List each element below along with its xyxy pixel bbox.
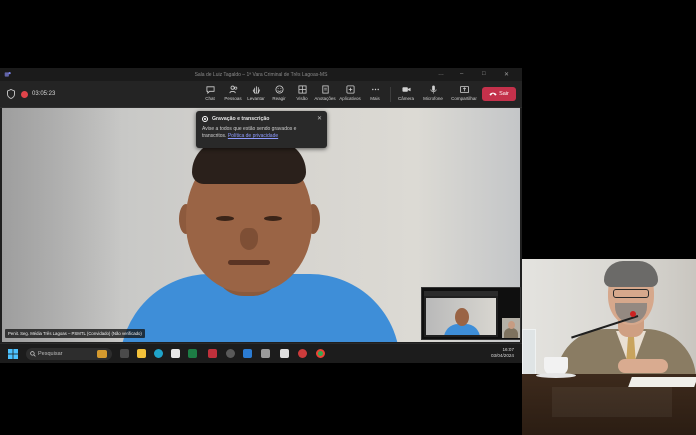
window-minimize-button[interactable]: – bbox=[460, 71, 463, 77]
video-wall-shadow bbox=[2, 108, 122, 342]
microphone-button[interactable]: Microfone bbox=[421, 85, 445, 105]
cam-microphone-light bbox=[630, 311, 636, 317]
participant-name-tag: Penit. Seg. Média Três Lagoas – PSMTL (C… bbox=[5, 329, 145, 338]
notes-button-label: Anotações bbox=[314, 96, 336, 101]
apps-icon bbox=[345, 85, 355, 94]
person-mouth bbox=[228, 260, 270, 265]
chat-button[interactable]: Chat bbox=[198, 85, 222, 105]
cam-desk-reflection bbox=[552, 387, 672, 417]
notepad-icon[interactable] bbox=[280, 349, 289, 358]
apps-button[interactable]: Aplicativos bbox=[338, 85, 362, 105]
window-maximize-button[interactable]: □ bbox=[482, 71, 486, 77]
view-button-label: Visão bbox=[296, 96, 308, 101]
view-button[interactable]: Visão bbox=[290, 85, 314, 105]
self-view-thumbnail[interactable] bbox=[421, 287, 521, 340]
share-icon bbox=[459, 85, 469, 94]
self-view-screen bbox=[424, 291, 498, 337]
maps-icon[interactable] bbox=[261, 349, 270, 358]
self-view-camera bbox=[502, 318, 520, 338]
search-icon bbox=[30, 351, 36, 357]
toolbar-divider bbox=[390, 87, 391, 102]
self-view-toolbar bbox=[424, 291, 498, 296]
share-button[interactable]: Compartilhar bbox=[450, 85, 478, 105]
raise-hand-icon bbox=[252, 86, 260, 94]
cam-person-glasses bbox=[613, 289, 649, 298]
windows-start-icon[interactable] bbox=[8, 349, 18, 359]
share-button-label: Compartilhar bbox=[451, 96, 477, 101]
leave-button[interactable]: Sair bbox=[482, 87, 516, 101]
obs-icon[interactable] bbox=[226, 349, 235, 358]
leave-button-label: Sair bbox=[499, 91, 509, 97]
system-tray-clock[interactable]: 16:07 03/04/2024 bbox=[491, 347, 514, 359]
word-icon[interactable] bbox=[243, 349, 252, 358]
people-icon bbox=[228, 85, 237, 94]
react-button[interactable]: Reagir bbox=[267, 85, 291, 105]
taskbar-search-box[interactable]: Pesquisar bbox=[26, 348, 112, 360]
person-nose bbox=[240, 228, 258, 250]
person-eye-left bbox=[216, 216, 234, 221]
self-view-camera-suit bbox=[504, 328, 518, 338]
phone-hangup-icon bbox=[489, 92, 497, 96]
raise-hand-button[interactable]: Levantar bbox=[244, 85, 268, 105]
recording-notice-header: Gravação e transcrição bbox=[202, 116, 321, 122]
notes-button[interactable]: Anotações bbox=[313, 85, 337, 105]
cam-person-hands bbox=[618, 359, 668, 373]
shield-icon bbox=[7, 89, 15, 99]
self-view-camera-head bbox=[508, 321, 515, 329]
person-eye-right bbox=[264, 216, 282, 221]
cam-paper bbox=[628, 377, 696, 387]
apps-button-label: Aplicativos bbox=[339, 96, 361, 101]
courtroom-camera-feed bbox=[522, 259, 696, 435]
task-view-icon[interactable] bbox=[120, 349, 129, 358]
window-close-button[interactable]: ✕ bbox=[504, 71, 509, 78]
recording-notice-title: Gravação e transcrição bbox=[212, 116, 270, 122]
people-button[interactable]: Pessoas bbox=[221, 85, 245, 105]
taskbar-date: 03/04/2024 bbox=[491, 353, 514, 358]
recording-notice-body: Avise a todos que estão sendo gravados e… bbox=[202, 126, 321, 140]
meeting-timer: 03:05:23 bbox=[32, 91, 56, 97]
close-icon[interactable]: ✕ bbox=[317, 115, 322, 122]
privacy-policy-link[interactable]: Política de privacidade bbox=[228, 133, 278, 139]
microphone-icon bbox=[429, 85, 437, 94]
camera-button-label: Câmera bbox=[397, 96, 414, 101]
self-view-video bbox=[426, 298, 496, 335]
more-button[interactable]: Mais bbox=[363, 85, 387, 105]
self-view-head bbox=[455, 308, 469, 326]
windows-taskbar: Pesquisar 16:07 03/04/2024 bbox=[0, 343, 522, 363]
react-icon bbox=[274, 85, 284, 94]
microphone-button-label: Microfone bbox=[423, 96, 443, 101]
chrome-alt-icon[interactable] bbox=[298, 349, 307, 358]
cam-saucer bbox=[536, 373, 576, 378]
window-more-button[interactable]: … bbox=[438, 71, 444, 77]
meeting-toolbar: 03:05:23 Chat Pessoas Levantar Reagir Vi… bbox=[0, 81, 522, 108]
raise-hand-button-label: Levantar bbox=[247, 96, 265, 101]
chat-icon bbox=[205, 86, 215, 94]
recording-notice-popup: Gravação e transcrição ✕ Avise a todos q… bbox=[196, 111, 327, 148]
cam-person-hair bbox=[604, 261, 658, 287]
search-highlight-icon bbox=[97, 350, 107, 358]
record-icon bbox=[202, 116, 208, 122]
file-explorer-icon[interactable] bbox=[137, 349, 146, 358]
window-titlebar: Sala de Luiz Tagaldo – 1ª Vara Criminal … bbox=[0, 68, 522, 81]
view-icon bbox=[297, 85, 307, 94]
recording-indicator-icon bbox=[21, 91, 28, 98]
chat-button-label: Chat bbox=[205, 96, 215, 101]
cam-water-glass bbox=[522, 329, 536, 375]
store-icon[interactable] bbox=[171, 349, 180, 358]
more-icon bbox=[371, 88, 379, 91]
more-button-label: Mais bbox=[370, 96, 380, 101]
excel-icon[interactable] bbox=[188, 349, 197, 358]
camera-icon bbox=[401, 87, 411, 92]
chrome-icon[interactable] bbox=[316, 349, 325, 358]
screen: Sala de Luiz Tagaldo – 1ª Vara Criminal … bbox=[0, 0, 696, 435]
react-button-label: Reagir bbox=[272, 96, 286, 101]
people-button-label: Pessoas bbox=[224, 96, 242, 101]
edge-icon[interactable] bbox=[154, 349, 163, 358]
pdf-icon[interactable] bbox=[208, 349, 217, 358]
taskbar-search-placeholder: Pesquisar bbox=[38, 351, 63, 357]
notes-icon bbox=[321, 85, 329, 94]
camera-button[interactable]: Câmera bbox=[394, 85, 418, 105]
